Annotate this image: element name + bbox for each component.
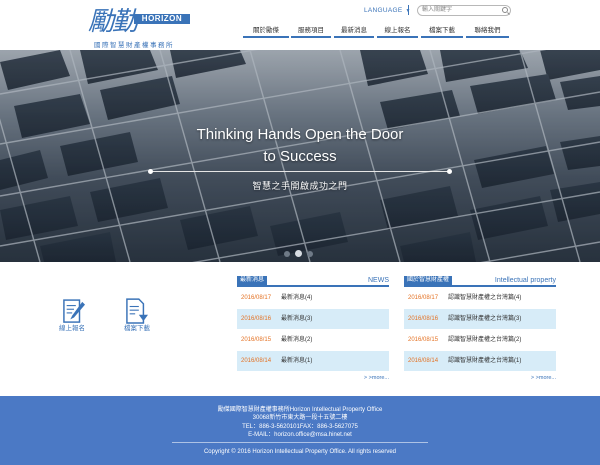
news-item[interactable]: 2016/08/16 最新消息(3) — [237, 309, 389, 329]
search-input[interactable]: 輸入關鍵字 — [417, 5, 511, 16]
language-selector[interactable]: LANGUAGE▼ — [364, 7, 411, 14]
footer-email[interactable]: E-MAIL：horizon.office@msa.hinet.net — [0, 431, 600, 439]
ip-panel-en-title: Intellectual property — [494, 277, 556, 284]
ip-title: 認識智慧財產權之台灣篇(4) — [448, 295, 522, 301]
header-divider — [408, 5, 409, 15]
ip-date: 2016/08/16 — [408, 316, 439, 322]
site-header: 勵勤 HORIZON 國際智慧財產權事務所 LANGUAGE▼ 輸入關鍵字 關於… — [0, 0, 600, 50]
search-icon[interactable] — [502, 7, 508, 13]
quick-link-register-label: 線上報名 — [59, 322, 85, 332]
hero-divider-dot — [148, 169, 153, 174]
hero-divider-dot — [447, 169, 452, 174]
nav-register[interactable]: 線上報名 — [377, 26, 418, 38]
news-date: 2016/08/15 — [241, 337, 272, 343]
footer-company: 勵傑國際智慧財產權事務所Horizon Intellectual Propert… — [217, 407, 383, 413]
ip-item[interactable]: 2016/08/14 認識智慧財產權之台灣篇(1) — [404, 351, 556, 371]
news-item[interactable]: 2016/08/15 最新消息(2) — [237, 330, 389, 350]
ip-panel: 國於智慧財產權 Intellectual property 2016/08/17… — [404, 276, 556, 386]
site-logo[interactable]: 勵勤 HORIZON 國際智慧財產權事務所 — [88, 7, 190, 49]
slider-dot[interactable] — [307, 251, 313, 257]
site-footer: 勵傑國際智慧財產權事務所Horizon Intellectual Propert… — [0, 396, 600, 465]
ip-panel-tag: 國於智慧財產權 — [404, 276, 453, 285]
news-item[interactable]: 2016/08/14 最新消息(1) — [237, 351, 389, 371]
ip-title: 認識智慧財產權之台灣篇(3) — [448, 316, 522, 322]
hero-divider — [150, 171, 450, 172]
news-panel-en-title: NEWS — [368, 277, 389, 284]
news-date: 2016/08/17 — [241, 295, 272, 301]
news-title: 最新消息(2) — [281, 337, 313, 343]
nav-contact[interactable]: 聯絡我們 — [466, 26, 509, 38]
news-title: 最新消息(4) — [281, 295, 313, 301]
ip-item[interactable]: 2016/08/15 認識智慧財產權之台灣篇(2) — [404, 330, 556, 350]
footer-copyright: Copyright © 2016 Horizon Intellectual Pr… — [203, 449, 397, 455]
slider-dot-active[interactable] — [295, 250, 302, 257]
ip-date: 2016/08/17 — [408, 295, 439, 301]
logo-subtitle: 國際智慧財產權事務所 — [94, 42, 174, 49]
footer-divider — [172, 442, 428, 443]
ip-item[interactable]: 2016/08/16 認識智慧財產權之台灣篇(3) — [404, 309, 556, 329]
ip-item[interactable]: 2016/08/17 認識智慧財產權之台灣篇(4) — [404, 288, 556, 308]
news-item[interactable]: 2016/08/17 最新消息(4) — [237, 288, 389, 308]
ip-panel-header: 國於智慧財產權 Intellectual property — [404, 276, 556, 287]
hero-banner: Thinking Hands Open the Door to Success … — [0, 50, 600, 262]
language-label: LANGUAGE — [364, 7, 403, 14]
hero-subtitle: 智慧之手開啟成功之門 — [252, 181, 348, 191]
ip-more-link[interactable]: > >more... — [531, 375, 556, 381]
nav-news[interactable]: 最新消息 — [334, 26, 374, 38]
quick-link-download[interactable]: 檔案下載 — [124, 298, 186, 338]
news-date: 2016/08/14 — [241, 358, 272, 364]
nav-about[interactable]: 關於勵傑 — [243, 26, 289, 38]
news-panel: 最新消息 NEWS 2016/08/17 最新消息(4) 2016/08/16 … — [237, 276, 389, 386]
news-more-link[interactable]: > >more... — [364, 375, 389, 381]
news-panel-tag: 最新消息 — [237, 276, 268, 285]
footer-address: 30068新竹市東大路一段十五號二樓 — [252, 415, 348, 421]
ip-title: 認識智慧財產權之台灣篇(1) — [448, 358, 522, 364]
hero-title: Thinking Hands Open the Door to Success — [196, 126, 404, 165]
quick-link-register[interactable]: 線上報名 — [59, 298, 123, 338]
slider-pagination — [284, 250, 320, 258]
quick-link-label: 線上報名 — [59, 325, 85, 332]
news-date: 2016/08/16 — [241, 316, 272, 322]
news-title: 最新消息(1) — [281, 358, 313, 364]
ip-date: 2016/08/15 — [408, 337, 439, 343]
ip-date: 2016/08/14 — [408, 358, 439, 364]
slider-dot[interactable] — [284, 251, 290, 257]
nav-downloads[interactable]: 檔案下載 — [421, 26, 463, 38]
footer-phone: TEL：886-3-5620101FAX：886-3-5627075 — [242, 424, 358, 430]
logo-brand: HORIZON — [134, 14, 190, 24]
ip-title: 認識智慧財產權之台灣篇(2) — [448, 337, 522, 343]
logo-mark: 勵勤 — [88, 7, 138, 37]
news-panel-header: 最新消息 NEWS — [237, 276, 389, 287]
quick-link-label: 檔案下載 — [124, 325, 150, 332]
quick-link-download-label: 檔案下載 — [124, 322, 150, 332]
news-title: 最新消息(3) — [281, 316, 313, 322]
nav-services[interactable]: 服務項目 — [291, 26, 331, 38]
